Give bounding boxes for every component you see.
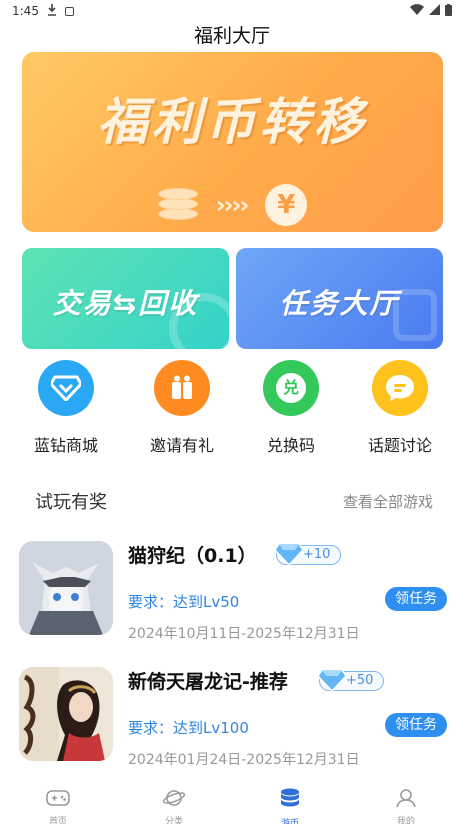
shortcut-label: 蓝钻商城 (33, 436, 98, 455)
reward-badge: +10 (275, 543, 342, 566)
diamond-icon (275, 543, 303, 566)
diamond-icon (38, 360, 94, 416)
coins-icon (278, 788, 302, 814)
shortcut-invite-gift[interactable]: 邀请有礼 (127, 360, 237, 456)
profile-icon (394, 788, 418, 812)
tab-coins[interactable]: 游币 (232, 780, 348, 824)
game-item[interactable]: 新倚天屠龙记-推荐 +50 要求：达到Lv100 领任务 2024年01月24日… (0, 667, 464, 777)
tab-label: 分类 (164, 817, 183, 824)
download-icon (47, 3, 57, 19)
game-item[interactable]: 猫狩纪（0.1） +10 要求：达到Lv50 领任务 2024年10月11日-2… (0, 541, 464, 651)
shortcut-topic-discussion[interactable]: 话题讨论 (345, 360, 455, 456)
wifi-icon (410, 4, 424, 18)
coin-transfer-banner[interactable]: 福利币转移 ›››› ¥ (22, 52, 443, 232)
page-title: 福利大厅 (193, 25, 270, 47)
bottom-tab-bar: 首页 分类 游币 我的 (0, 780, 464, 824)
yen-coin-icon: ¥ (265, 184, 308, 226)
claim-task-button[interactable]: 领任务 (385, 713, 447, 737)
task-hall-label: 任务大厅 (279, 287, 400, 320)
tab-category[interactable]: 分类 (116, 780, 232, 824)
reward-value: +10 (303, 547, 331, 562)
status-time: 1:45 (12, 4, 39, 18)
planet-icon (162, 788, 186, 812)
reward-badge: +50 (318, 669, 385, 692)
game-thumbnail (19, 667, 113, 761)
section-title: 试玩有奖 (35, 492, 107, 513)
tab-label: 我的 (396, 817, 415, 824)
game-requirement: 要求：达到Lv50 (128, 593, 240, 611)
signal-icon (429, 4, 440, 18)
game-name: 新倚天屠龙记-推荐 (128, 671, 288, 693)
banner-headline: 福利币转移 (97, 93, 368, 151)
shortcut-blue-diamond-mall[interactable]: 蓝钻商城 (11, 360, 121, 456)
game-name: 猫狩纪（0.1） (128, 545, 257, 567)
game-date-range: 2024年10月11日-2025年12月31日 (128, 626, 360, 642)
game-thumbnail (19, 541, 113, 635)
tab-label: 首页 (48, 817, 67, 824)
reward-value: +50 (346, 673, 374, 688)
shortcut-label: 邀请有礼 (149, 436, 214, 455)
game-requirement: 要求：达到Lv100 (128, 719, 249, 737)
tab-profile[interactable]: 我的 (348, 780, 464, 824)
coin-stack-icon (157, 188, 198, 222)
tab-label: 游币 (280, 819, 299, 824)
chat-icon (372, 360, 428, 416)
notification-icon (64, 6, 74, 16)
trade-recycle-card[interactable]: 交易⇆回收 (22, 248, 229, 349)
view-all-games-link[interactable]: 查看全部游戏 (343, 491, 433, 512)
game-date-range: 2024年01月24日-2025年12月31日 (128, 752, 360, 768)
redeem-code-icon: 兑 (263, 360, 319, 416)
gamepad-icon (46, 788, 70, 812)
status-bar: 1:45 (0, 0, 464, 22)
tab-home[interactable]: 首页 (0, 780, 116, 824)
trade-recycle-label: 交易⇆回收 (52, 287, 199, 320)
arrows-icon: ›››› (215, 191, 250, 219)
shortcut-redeem-code[interactable]: 兑 兑换码 (236, 360, 346, 456)
battery-icon (445, 3, 452, 19)
diamond-icon (318, 669, 346, 692)
gift-icon (154, 360, 210, 416)
task-hall-card[interactable]: 任务大厅 (236, 248, 443, 349)
shortcut-label: 话题讨论 (367, 436, 432, 455)
claim-task-button[interactable]: 领任务 (385, 587, 447, 611)
shortcut-label: 兑换码 (266, 436, 315, 455)
shortcut-grid: 蓝钻商城 邀请有礼 兑 兑换码 话题讨论 (0, 360, 464, 460)
